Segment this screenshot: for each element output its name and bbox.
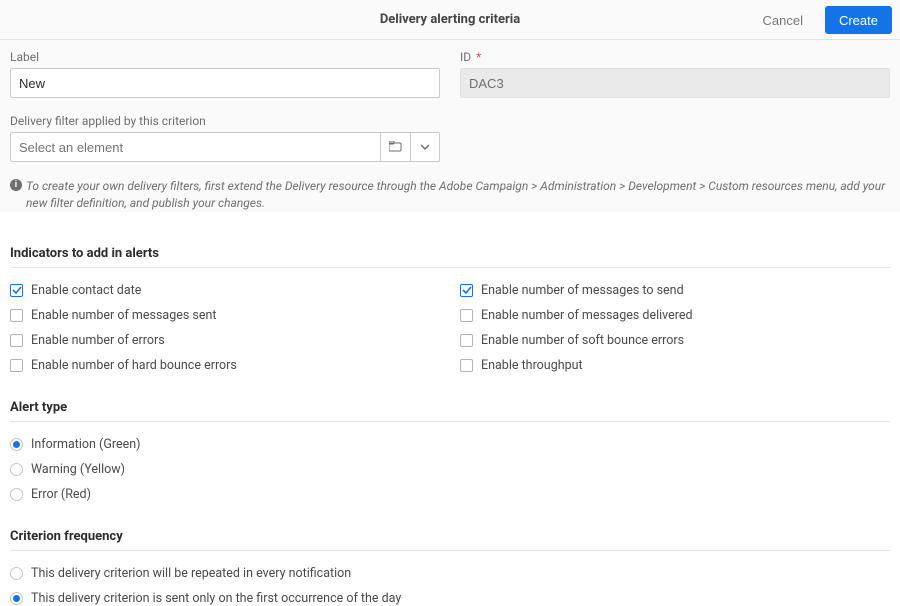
alert-type-section: Alert type Information (Green) Warning (…	[0, 400, 900, 507]
checkbox-messages-delivered[interactable]	[460, 309, 473, 322]
checkbox-messages-sent[interactable]	[10, 309, 23, 322]
alert-type-heading: Alert type	[10, 400, 890, 422]
checkbox-label: Enable number of soft bounce errors	[481, 333, 684, 348]
checkbox-soft-bounce[interactable]	[460, 334, 473, 347]
radio-first-occurrence[interactable]	[10, 592, 23, 605]
checkbox-throughput[interactable]	[460, 359, 473, 372]
info-icon: i	[10, 179, 22, 191]
radio-error[interactable]	[10, 488, 23, 501]
frequency-heading: Criterion frequency	[10, 529, 890, 551]
filter-picker	[10, 132, 440, 162]
radio-label: Information (Green)	[31, 437, 140, 452]
folder-icon	[389, 141, 403, 153]
filter-input[interactable]	[10, 132, 380, 162]
checkbox-label: Enable number of hard bounce errors	[31, 358, 237, 373]
radio-label: This delivery criterion is sent only on …	[31, 591, 401, 606]
checkbox-label: Enable throughput	[481, 358, 583, 373]
filter-dropdown-button[interactable]	[410, 132, 440, 162]
dialog-title: Delivery alerting criteria	[380, 12, 520, 27]
checkbox-label: Enable number of messages delivered	[481, 308, 693, 323]
radio-label: Warning (Yellow)	[31, 462, 125, 477]
required-indicator: *	[476, 50, 481, 64]
indicators-heading: Indicators to add in alerts	[10, 246, 890, 268]
radio-warning[interactable]	[10, 463, 23, 476]
checkbox-label: Enable number of messages sent	[31, 308, 216, 323]
create-button[interactable]: Create	[825, 6, 892, 34]
checkbox-label: Enable contact date	[31, 283, 141, 298]
checkbox-label: Enable number of errors	[31, 333, 165, 348]
dialog-header: Delivery alerting criteria Cancel Create	[0, 0, 900, 40]
checkbox-hard-bounce[interactable]	[10, 359, 23, 372]
radio-repeat-every[interactable]	[10, 567, 23, 580]
label-input[interactable]	[10, 68, 440, 98]
id-field-label: ID *	[460, 50, 890, 64]
id-input	[460, 68, 890, 98]
header-actions: Cancel Create	[749, 6, 893, 34]
checkbox-messages-to-send[interactable]	[460, 284, 473, 297]
checkbox-errors[interactable]	[10, 334, 23, 347]
checkbox-contact-date[interactable]	[10, 284, 23, 297]
radio-label: This delivery criterion will be repeated…	[31, 566, 351, 581]
id-field-label-text: ID	[460, 50, 471, 64]
cancel-button[interactable]: Cancel	[749, 6, 817, 34]
indicators-section: Indicators to add in alerts Enable conta…	[0, 246, 900, 378]
filter-browse-button[interactable]	[380, 132, 410, 162]
frequency-section: Criterion frequency This delivery criter…	[0, 529, 900, 606]
radio-label: Error (Red)	[31, 487, 91, 502]
form-body: Label ID * Delivery filter applied by th…	[0, 40, 900, 212]
filter-hint-text: To create your own delivery filters, fir…	[26, 178, 890, 212]
radio-information[interactable]	[10, 438, 23, 451]
checkbox-label: Enable number of messages to send	[481, 283, 684, 298]
filter-hint: i To create your own delivery filters, f…	[10, 178, 890, 212]
filter-field-label: Delivery filter applied by this criterio…	[10, 114, 890, 128]
label-field-label: Label	[10, 50, 440, 64]
chevron-down-icon	[420, 144, 430, 150]
